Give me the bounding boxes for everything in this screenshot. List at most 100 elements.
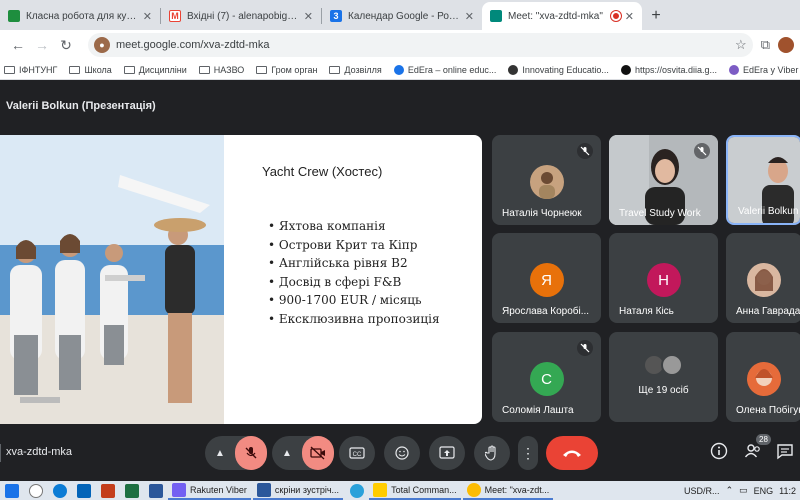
- browser-tab[interactable]: Класна робота для курсу "Гео ✕: [0, 2, 160, 30]
- avatar: [660, 354, 683, 376]
- windows-start-icon[interactable]: [5, 483, 19, 498]
- participant-tile[interactable]: Анна Гаврада: [726, 233, 800, 323]
- captions-button[interactable]: CC: [339, 436, 375, 470]
- network-icon[interactable]: ▭: [739, 485, 748, 496]
- taskbar-app-word[interactable]: скріни зустріч...: [252, 481, 344, 500]
- more-participants-tile[interactable]: Ще 19 осіб: [609, 332, 718, 422]
- present-button[interactable]: [429, 436, 465, 470]
- participant-name: Valerii Bolkun: [738, 206, 799, 217]
- presentation-slide: Yacht Crew (Хостес) Яхтова компанія Остр…: [0, 135, 482, 424]
- slide-bullet: Яхтова компанія: [268, 217, 440, 236]
- slide-photo: [0, 135, 224, 424]
- bookmark-folder[interactable]: Школа: [69, 65, 112, 75]
- os-taskbar: Rakuten Viber скріни зустріч... Total Co…: [0, 481, 800, 500]
- browser-tab[interactable]: M Вхідні (7) - alenapobigun@gma ✕: [161, 2, 321, 30]
- participant-name: Наталія Чорнеюк: [502, 208, 582, 219]
- slide-bullet: Острови Крит та Кіпр: [268, 236, 440, 255]
- leave-call-button[interactable]: [546, 436, 598, 470]
- currency-widget[interactable]: USD/R...: [684, 486, 720, 496]
- bookmark-folder[interactable]: Гром орган: [256, 65, 317, 75]
- meeting-details-button[interactable]: [710, 442, 728, 460]
- search-icon[interactable]: [29, 483, 43, 498]
- participant-tile[interactable]: Олена Побігун: [726, 332, 800, 422]
- emoji-icon: [395, 446, 409, 460]
- bookmark-star-icon[interactable]: ☆: [735, 37, 747, 53]
- bookmark-folder[interactable]: Дисципліни: [123, 64, 187, 75]
- reload-icon[interactable]: ↻: [54, 33, 78, 57]
- taskbar-app-total-commander[interactable]: Total Comman...: [369, 481, 461, 500]
- back-icon[interactable]: ←: [6, 33, 30, 57]
- bookmark-link[interactable]: EdEra у Viber: [728, 64, 798, 75]
- participant-tile-video[interactable]: Travel Study Work: [609, 135, 718, 225]
- profile-icon[interactable]: [778, 37, 794, 53]
- browser-tab[interactable]: 3 Календар Google - Розклад по ✕: [322, 2, 482, 30]
- participant-tile[interactable]: Я Ярослава Коробі...: [492, 233, 601, 323]
- bookmark-folder[interactable]: НАЗВО: [198, 64, 245, 75]
- chevron-up-icon[interactable]: ⌃: [726, 485, 734, 496]
- bookmark-label: https://osvita.diia.g...: [634, 64, 717, 75]
- avatar: [529, 165, 564, 199]
- clock[interactable]: 11:2: [779, 486, 796, 496]
- browser-toolbar: ← → ↻ ● meet.google.com/xva-zdtd-mka ☆ ⧉: [0, 30, 800, 60]
- participant-name: Наталя Кісь: [619, 306, 674, 317]
- bookmark-folder[interactable]: ІФНТУНГ: [4, 65, 57, 75]
- excel-icon[interactable]: [125, 483, 139, 498]
- close-icon[interactable]: ✕: [304, 10, 313, 23]
- edge-icon[interactable]: [53, 483, 67, 498]
- info-icon: [710, 442, 728, 460]
- bookmark-folder[interactable]: Дозвілля: [329, 65, 382, 75]
- raise-hand-button[interactable]: [474, 436, 510, 470]
- telegram-icon[interactable]: [350, 483, 365, 498]
- word-icon[interactable]: [149, 483, 163, 498]
- participant-tile-video-speaking[interactable]: Valerii Bolkun: [726, 135, 800, 225]
- more-options-button[interactable]: ⋮: [518, 436, 538, 470]
- lang-indicator[interactable]: ENG: [754, 486, 774, 496]
- participant-name: Анна Гаврада: [736, 306, 800, 317]
- bookmark-label: Дисципліни: [138, 64, 187, 75]
- address-bar[interactable]: ● meet.google.com/xva-zdtd-mka ☆: [88, 33, 753, 57]
- folder-icon: [198, 65, 210, 74]
- mic-toggle-button[interactable]: [235, 436, 267, 470]
- close-icon[interactable]: ✕: [143, 10, 152, 23]
- bookmark-link[interactable]: Innovating Educatio...: [508, 64, 609, 75]
- new-tab-button[interactable]: +: [642, 2, 670, 30]
- taskbar-app-viber[interactable]: Rakuten Viber: [168, 481, 251, 500]
- site-info-icon[interactable]: ●: [94, 37, 110, 53]
- browser-tab-active[interactable]: Meet: "xva-zdtd-mka" ✕: [482, 2, 642, 30]
- chevron-up-icon[interactable]: ▲: [205, 436, 235, 470]
- taskbar-app-chrome[interactable]: Meet: "xva-zdt...: [462, 481, 554, 500]
- participant-name: Travel Study Work: [619, 208, 701, 219]
- mic-off-icon: [694, 143, 710, 159]
- participant-tile[interactable]: Наталія Чорнеюк: [492, 135, 601, 225]
- outlook-icon[interactable]: [77, 483, 91, 498]
- forward-icon[interactable]: →: [30, 33, 54, 57]
- camera-toggle-button[interactable]: [302, 436, 334, 470]
- taskbar-app-label: Total Comman...: [391, 484, 457, 495]
- chat-button[interactable]: [776, 442, 794, 460]
- bookmark-link[interactable]: https://osvita.diia.g...: [620, 64, 717, 75]
- total-commander-icon: [373, 482, 388, 497]
- participant-count-badge: 28: [756, 434, 771, 445]
- reactions-button[interactable]: [384, 436, 420, 470]
- bookmark-link[interactable]: EdEra – online educ...: [393, 64, 496, 75]
- avatar: [747, 362, 781, 396]
- gmail-icon: M: [169, 10, 181, 22]
- participant-tile[interactable]: Н Наталя Кісь: [609, 233, 718, 323]
- tab-title: Meet: "xva-zdtd-mka": [508, 10, 603, 22]
- chevron-up-icon[interactable]: ▲: [272, 436, 302, 470]
- innovating-icon: [508, 64, 519, 75]
- slide-bullet: Ексклюзивна пропозиція: [268, 310, 440, 329]
- close-icon[interactable]: ✕: [625, 10, 634, 23]
- extensions-icon[interactable]: ⧉: [761, 37, 770, 53]
- viber-icon: [172, 482, 186, 497]
- meeting-code: xva-zdtd-mka: [6, 446, 73, 458]
- powerpoint-icon[interactable]: [101, 483, 115, 498]
- avatar: С: [529, 362, 564, 396]
- participant-tile[interactable]: С Соломія Лашта: [492, 332, 601, 422]
- bookmark-label: НАЗВО: [213, 64, 245, 75]
- close-icon[interactable]: ✕: [465, 10, 474, 23]
- more-participants-label: Ще 19 осіб: [638, 385, 689, 396]
- slide-bullet: Англійська рівня В2: [268, 254, 440, 273]
- word-icon: [256, 482, 271, 497]
- people-button[interactable]: 28: [744, 434, 771, 460]
